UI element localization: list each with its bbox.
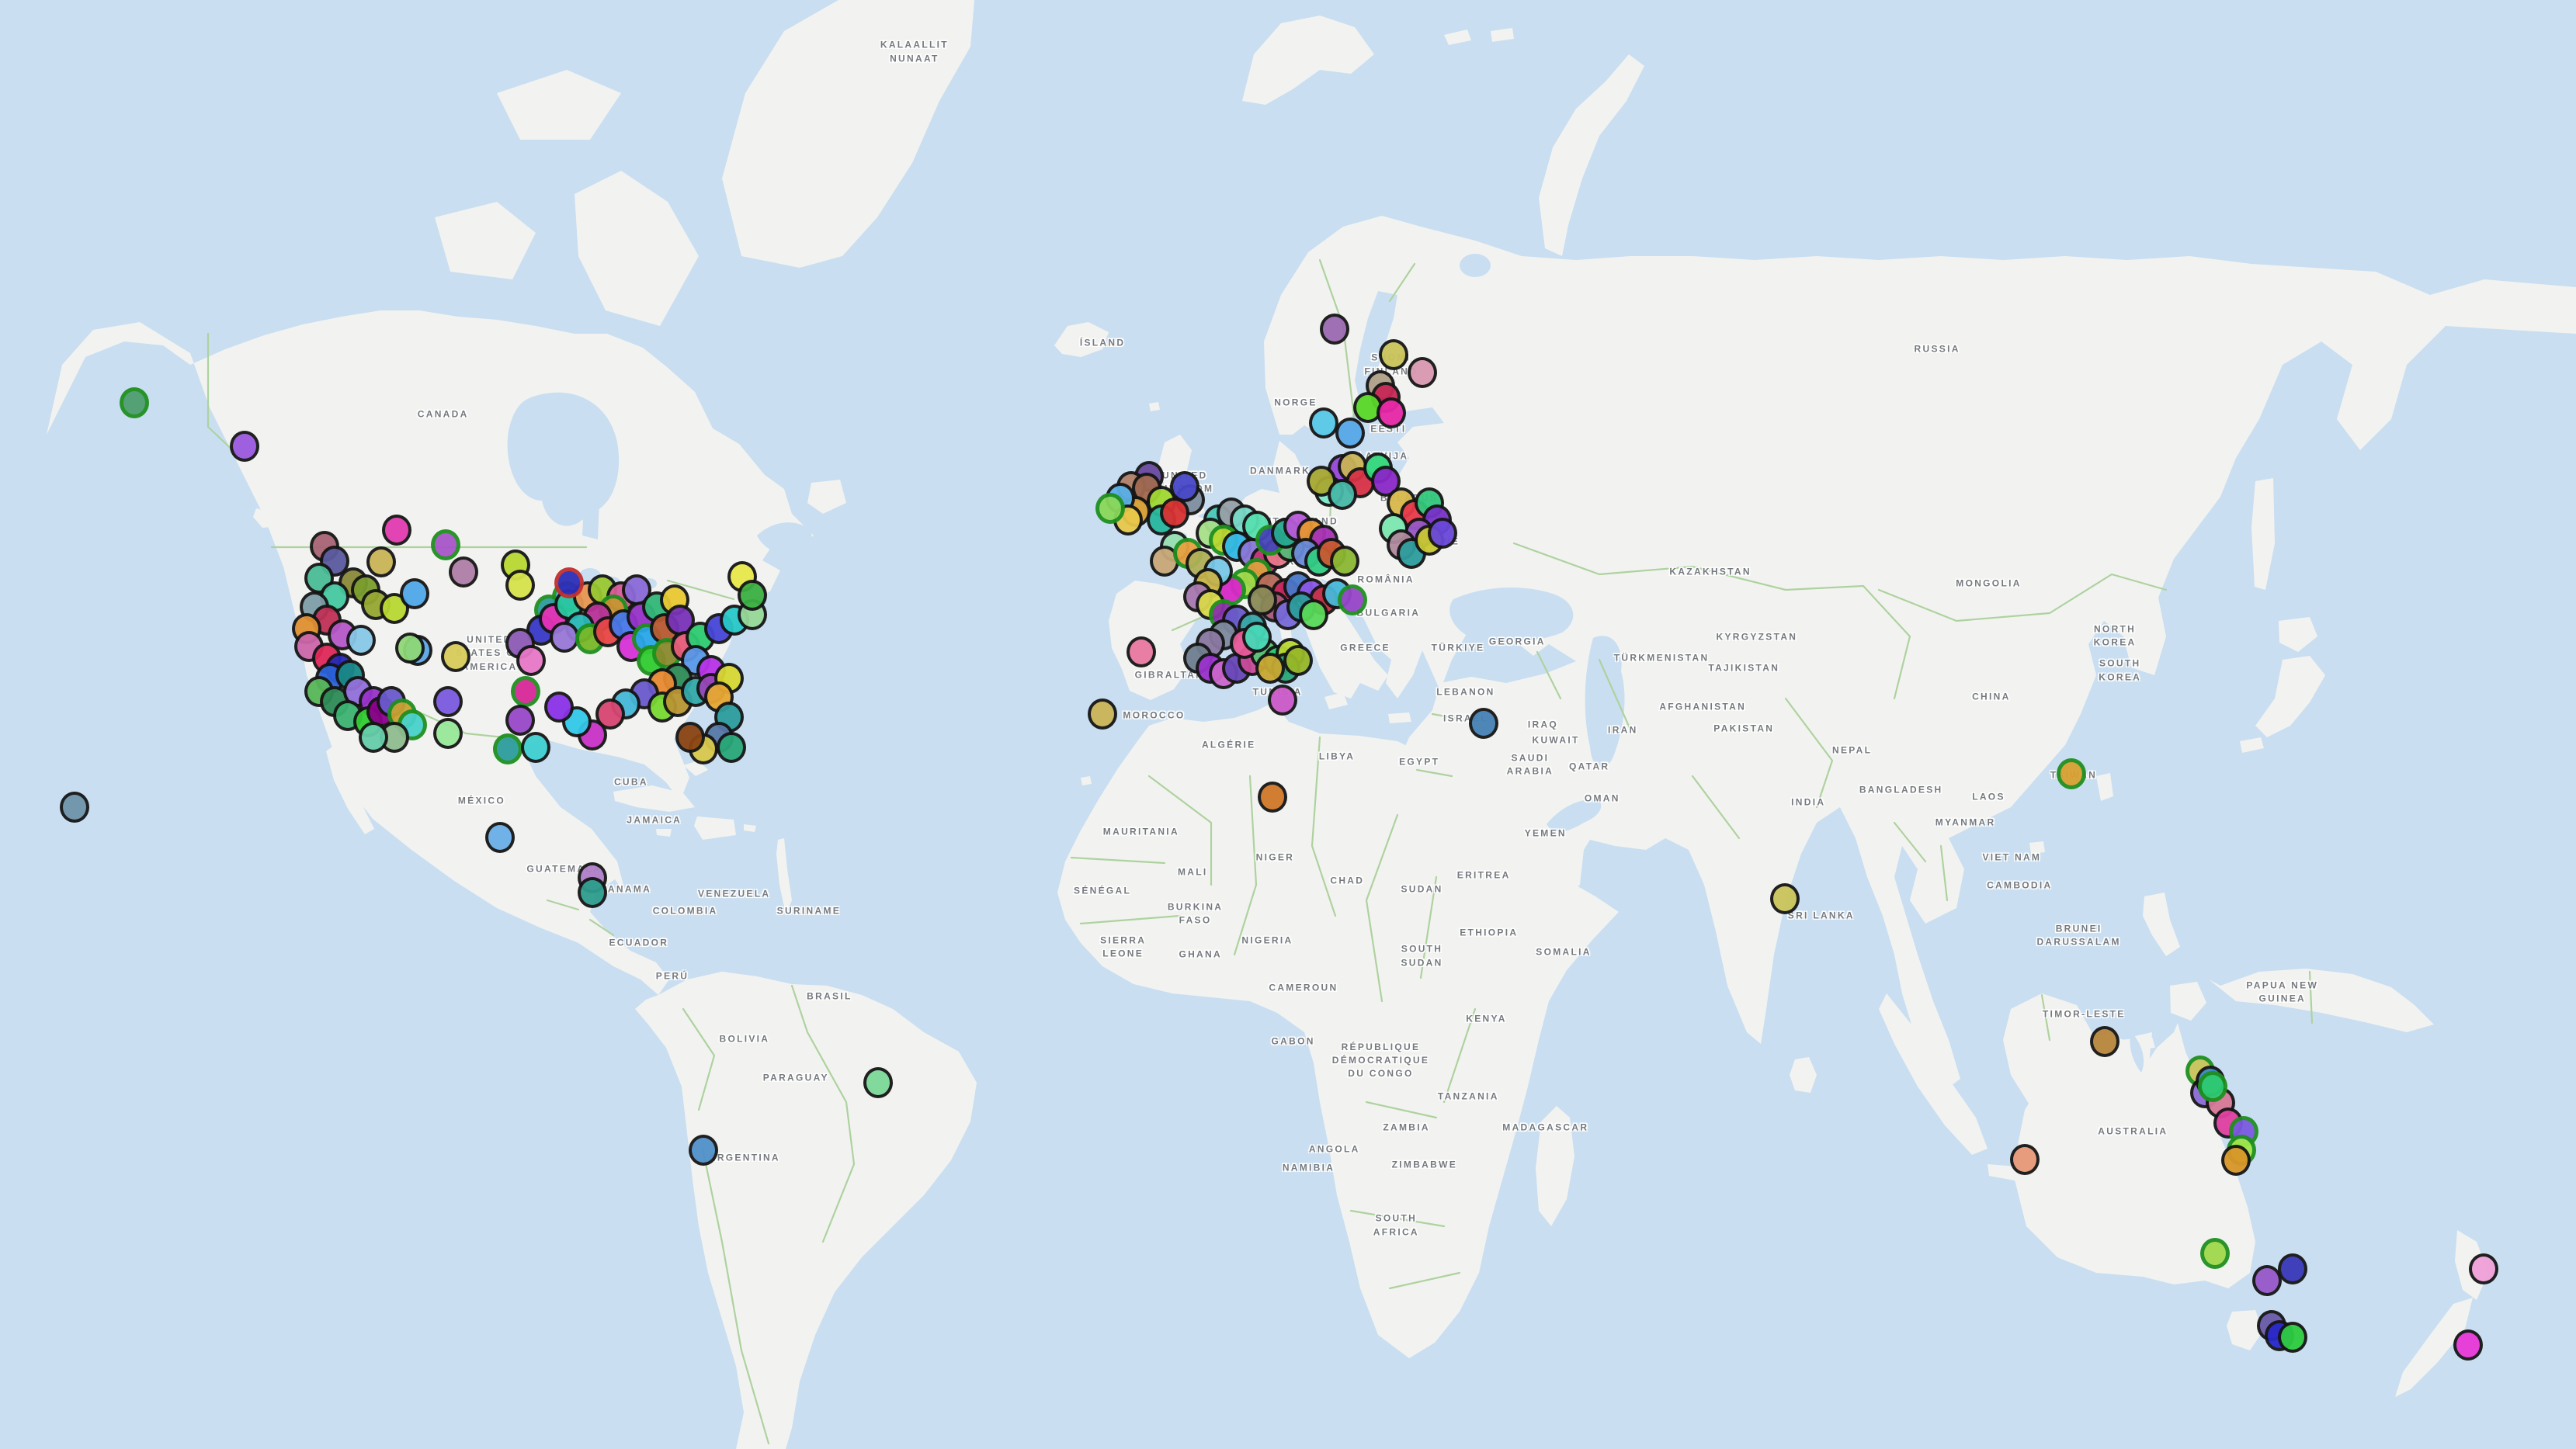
map-marker[interactable]	[516, 645, 546, 676]
map-marker[interactable]	[382, 515, 411, 546]
map-marker[interactable]	[1469, 708, 1498, 739]
map-marker[interactable]	[1328, 479, 1357, 510]
map-marker[interactable]	[2057, 758, 2086, 789]
map-marker[interactable]	[2010, 1144, 2040, 1175]
map-marker[interactable]	[675, 722, 705, 753]
map-marker[interactable]	[1377, 397, 1406, 428]
map-marker[interactable]	[2090, 1026, 2119, 1057]
map-marker[interactable]	[485, 822, 515, 853]
data-markers-layer	[0, 0, 2576, 1449]
map-marker[interactable]	[863, 1067, 893, 1098]
map-marker[interactable]	[2198, 1071, 2227, 1102]
map-marker[interactable]	[1335, 418, 1365, 449]
world-map[interactable]: KALAALLIT NUNAATÍSLANDNORGESUOMI FINLAND…	[0, 0, 2576, 1449]
map-marker[interactable]	[366, 546, 396, 577]
map-marker[interactable]	[2469, 1253, 2498, 1284]
map-marker[interactable]	[1379, 339, 1408, 370]
map-marker[interactable]	[60, 792, 89, 823]
map-marker[interactable]	[1170, 471, 1199, 502]
map-marker[interactable]	[505, 570, 535, 601]
map-marker[interactable]	[1408, 357, 1437, 388]
map-marker[interactable]	[1428, 518, 1457, 549]
map-marker[interactable]	[511, 676, 540, 707]
map-marker[interactable]	[2278, 1253, 2307, 1284]
map-marker[interactable]	[1095, 493, 1125, 524]
map-marker[interactable]	[346, 625, 376, 656]
map-marker[interactable]	[431, 529, 460, 560]
map-marker[interactable]	[1268, 685, 1297, 716]
map-marker[interactable]	[1283, 645, 1313, 676]
map-marker[interactable]	[2200, 1238, 2230, 1269]
map-marker[interactable]	[544, 692, 574, 723]
map-marker[interactable]	[554, 567, 584, 598]
map-marker[interactable]	[1330, 546, 1359, 577]
map-marker[interactable]	[505, 705, 535, 736]
map-marker[interactable]	[1258, 782, 1287, 813]
map-marker[interactable]	[433, 718, 463, 749]
map-marker[interactable]	[2221, 1145, 2251, 1176]
map-marker[interactable]	[230, 431, 259, 462]
map-marker[interactable]	[359, 722, 388, 753]
map-marker[interactable]	[1299, 599, 1328, 630]
map-marker[interactable]	[493, 733, 522, 764]
map-marker[interactable]	[1242, 622, 1272, 653]
map-marker[interactable]	[400, 578, 429, 609]
map-marker[interactable]	[1320, 314, 1349, 345]
map-marker[interactable]	[578, 877, 607, 908]
map-marker[interactable]	[1255, 653, 1285, 684]
map-marker[interactable]	[1770, 883, 1800, 914]
map-marker[interactable]	[1088, 699, 1117, 730]
map-marker[interactable]	[2453, 1329, 2483, 1361]
map-marker[interactable]	[395, 633, 425, 664]
map-marker[interactable]	[1248, 584, 1277, 615]
map-marker[interactable]	[433, 686, 463, 717]
map-marker[interactable]	[1338, 584, 1367, 615]
map-marker[interactable]	[717, 732, 746, 763]
map-marker[interactable]	[449, 556, 478, 588]
map-marker[interactable]	[2278, 1322, 2307, 1353]
map-marker[interactable]	[441, 641, 470, 672]
map-marker[interactable]	[738, 580, 767, 611]
map-marker[interactable]	[689, 1135, 718, 1166]
map-marker[interactable]	[521, 732, 550, 763]
map-marker[interactable]	[1127, 636, 1156, 667]
map-marker[interactable]	[120, 387, 149, 418]
